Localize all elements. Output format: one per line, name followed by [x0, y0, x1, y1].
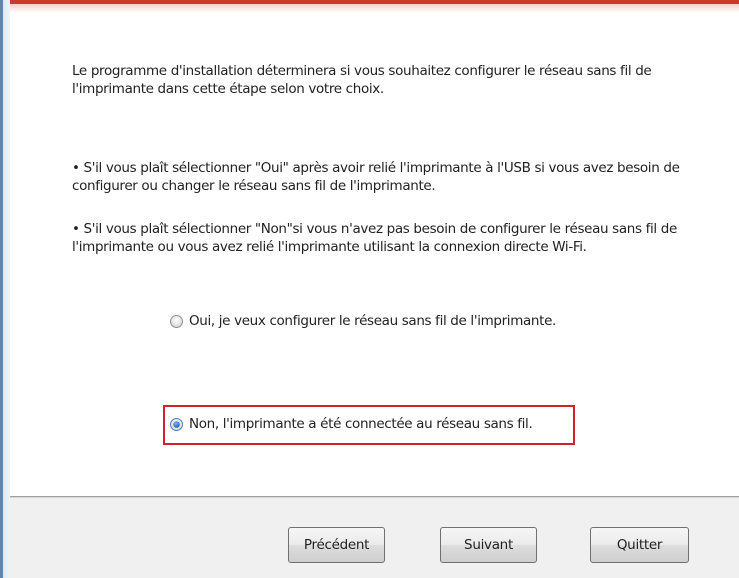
intro-text: Le programme d'installation déterminera …	[72, 63, 652, 97]
bullet-non-text: • S'il vous plaît sélectionner "Non"si v…	[72, 221, 677, 255]
previous-button[interactable]: Précédent	[288, 527, 385, 563]
window-top-bar	[10, 0, 739, 13]
radio-selected-icon[interactable]	[170, 417, 183, 431]
bullet-oui-text: • S'il vous plaît sélectionner "Oui" apr…	[72, 160, 680, 194]
radio-option-non[interactable]: Non, l'imprimante a été connectée au rés…	[170, 416, 533, 432]
radio-unselected-icon[interactable]	[170, 314, 183, 328]
installer-window: Le programme d'installation déterminera …	[0, 0, 739, 578]
window-left-border	[0, 0, 10, 578]
radio-option-oui[interactable]: Oui, je veux configurer le réseau sans f…	[170, 313, 556, 329]
radio-non-label: Non, l'imprimante a été connectée au rés…	[189, 416, 533, 432]
next-button[interactable]: Suivant	[440, 527, 537, 563]
quit-button[interactable]: Quitter	[590, 527, 689, 563]
radio-oui-label: Oui, je veux configurer le réseau sans f…	[189, 313, 556, 329]
